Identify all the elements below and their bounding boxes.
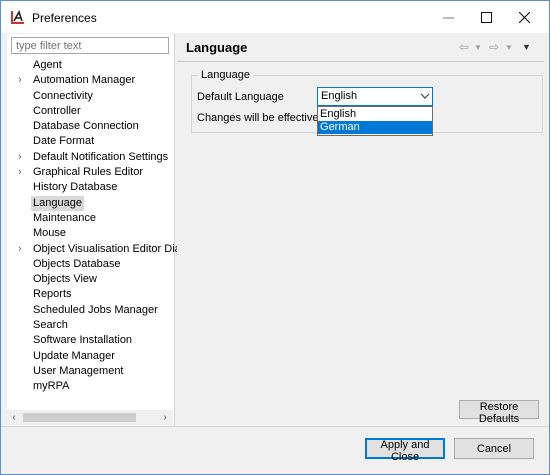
forward-arrow-icon[interactable]: ⇨ — [489, 40, 499, 54]
sidebar-item-history-database[interactable]: History Database — [7, 180, 174, 195]
header-divider — [177, 61, 544, 62]
sidebar-item-mouse[interactable]: Mouse — [7, 226, 174, 241]
apply-and-close-button[interactable]: Apply and Close — [365, 438, 445, 463]
horizontal-scrollbar[interactable]: ‹ › — [7, 410, 173, 425]
filter-input[interactable] — [11, 37, 169, 54]
sidebar-item-user-management[interactable]: User Management — [7, 364, 174, 379]
sidebar-item-search[interactable]: Search — [7, 318, 174, 333]
sidebar-item-label: Objects View — [33, 273, 97, 286]
sidebar-item-label: Maintenance — [33, 211, 96, 224]
back-menu-icon[interactable]: ▼ — [474, 43, 482, 52]
title-bar: Preferences — [1, 1, 549, 33]
preference-page: Language ⇦ ▼ ⇨ ▼ ▼ Language Default Lang… — [177, 34, 544, 426]
language-select[interactable]: English — [317, 87, 433, 106]
group-title: Language — [198, 69, 253, 81]
page-title: Language — [186, 40, 248, 55]
sidebar-item-controller[interactable]: Controller — [7, 104, 174, 119]
sidebar-item-language[interactable]: Language — [7, 195, 174, 211]
expand-chevron-icon[interactable]: › — [18, 242, 28, 257]
sidebar-item-default-notification-settings[interactable]: › Default Notification Settings — [7, 150, 174, 165]
maximize-icon — [480, 11, 492, 23]
preferences-window: Preferences Agent › Automation Manager Conn… — [0, 0, 550, 475]
sidebar-item-database-connection[interactable]: Database Connection — [7, 119, 174, 134]
sidebar-item-objects-view[interactable]: Objects View — [7, 272, 174, 287]
sidebar-item-label: Scheduled Jobs Manager — [33, 303, 158, 316]
default-language-label: Default Language — [197, 91, 284, 103]
maximize-button[interactable] — [469, 1, 503, 33]
sidebar-item-label: Automation Manager — [33, 74, 136, 87]
app-icon — [11, 10, 25, 24]
forward-menu-icon[interactable]: ▼ — [505, 43, 513, 52]
sidebar-item-label: Graphical Rules Editor — [33, 166, 144, 179]
sidebar-item-label: Mouse — [33, 227, 67, 240]
view-menu-icon[interactable]: ▼ — [522, 42, 531, 52]
minimize-button[interactable] — [431, 1, 465, 33]
sidebar-item-label: Agent — [33, 59, 62, 71]
sidebar-item-label: User Management — [33, 364, 124, 377]
sidebar-item-maintenance[interactable]: Maintenance — [7, 211, 174, 226]
sidebar-item-label: Update Manager — [33, 349, 115, 362]
sidebar-item-objects-database[interactable]: Objects Database — [7, 257, 174, 272]
sidebar-item-graphical-rules-editor[interactable]: › Graphical Rules Editor — [7, 165, 174, 180]
footer-divider — [1, 426, 549, 427]
back-arrow-icon[interactable]: ⇦ — [459, 40, 469, 54]
minimize-icon — [442, 17, 454, 18]
sidebar-item-date-format[interactable]: Date Format — [7, 134, 174, 149]
sidebar-item-label: Search — [33, 319, 68, 332]
sidebar-item-label: Object Visualisation Editor Dia — [33, 242, 181, 255]
sidebar-item-label: Software Installation — [33, 334, 133, 347]
scroll-right-icon[interactable]: › — [158, 410, 172, 425]
sidebar-item-label: Database Connection — [33, 120, 139, 133]
restore-defaults-button[interactable]: Restore Defaults — [459, 400, 539, 425]
close-button[interactable] — [507, 1, 541, 33]
sidebar-item-automation-manager[interactable]: › Automation Manager — [7, 73, 174, 88]
sidebar-item-label: Objects Database — [33, 257, 121, 270]
language-dropdown: English German — [317, 106, 433, 136]
sidebar-item-label: History Database — [33, 181, 118, 194]
option-english[interactable]: English — [318, 108, 432, 121]
sidebar-item-label: myRPA — [33, 380, 70, 393]
option-german[interactable]: German — [318, 121, 432, 134]
sidebar: Agent › Automation Manager Connectivity Cont… — [7, 34, 181, 426]
page-header: Language ⇦ ▼ ⇨ ▼ ▼ — [177, 34, 544, 60]
scroll-left-icon[interactable]: ‹ — [7, 410, 21, 425]
sidebar-item-reports[interactable]: Reports — [7, 287, 174, 302]
preferences-tree: Agent › Automation Manager Connectivity Cont… — [7, 58, 181, 395]
expand-chevron-icon[interactable]: › — [18, 73, 28, 88]
window-title: Preferences — [32, 11, 97, 25]
sidebar-item-label: Connectivity — [33, 89, 93, 102]
sidebar-item-connectivity[interactable]: Connectivity — [7, 89, 174, 104]
restart-note: Changes will be effective a — [197, 112, 328, 124]
sidebar-item-label: Date Format — [33, 135, 95, 148]
sidebar-item-agent[interactable]: Agent — [7, 58, 174, 73]
sidebar-item-object-visualisation-editor-dia[interactable]: › Object Visualisation Editor Dia — [7, 242, 181, 257]
sidebar-item-scheduled-jobs-manager[interactable]: Scheduled Jobs Manager — [7, 303, 174, 318]
sidebar-item-label: Reports — [33, 288, 72, 301]
language-select-value: English — [321, 90, 358, 102]
cancel-button[interactable]: Cancel — [454, 438, 534, 459]
chevron-down-icon — [420, 93, 430, 99]
sidebar-item-label: Controller — [33, 104, 81, 117]
close-icon — [518, 11, 530, 23]
expand-chevron-icon[interactable]: › — [18, 165, 28, 180]
sidebar-item-software-installation[interactable]: Software Installation — [7, 333, 174, 348]
sidebar-item-update-manager[interactable]: Update Manager — [7, 349, 174, 364]
sidebar-item-myrpa[interactable]: myRPA — [7, 379, 174, 394]
scrollbar-thumb[interactable] — [23, 413, 136, 422]
sidebar-item-label: Default Notification Settings — [33, 150, 169, 163]
expand-chevron-icon[interactable]: › — [18, 150, 28, 165]
sidebar-item-label: Language — [31, 195, 84, 211]
